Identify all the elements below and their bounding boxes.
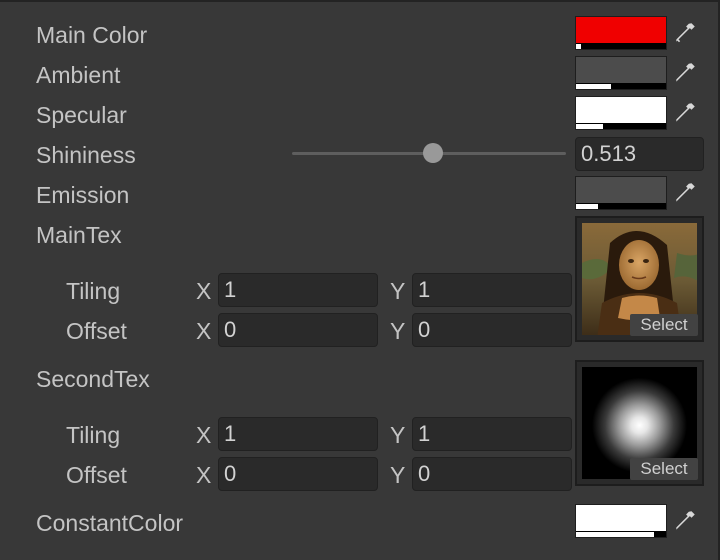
second-tex-offset-y-label: Y: [390, 462, 406, 488]
ambient-color-field[interactable]: [575, 56, 667, 90]
emission-eyedropper-button[interactable]: [668, 176, 702, 210]
second-tex-tiling-y-input[interactable]: 1: [412, 417, 572, 451]
second-tex-offset-label: Offset: [66, 462, 127, 488]
main-color-alpha-rest: [581, 44, 666, 49]
main-tex-offset-y-input[interactable]: 0: [412, 313, 572, 347]
second-tex-tiling-label: Tiling: [66, 422, 121, 448]
shininess-value-input[interactable]: 0.513: [575, 137, 704, 171]
constant-color-label: ConstantColor: [36, 510, 184, 536]
main-color-label: Main Color: [36, 22, 148, 48]
ambient-eyedropper-button[interactable]: [668, 56, 702, 90]
specular-eyedropper-button[interactable]: [668, 96, 702, 130]
second-tex-tiling-x-input[interactable]: 1: [218, 417, 378, 451]
main-color-swatch: [576, 17, 666, 43]
constant-color-alpha-rest: [654, 532, 666, 537]
main-tex-select-button[interactable]: Select: [630, 314, 698, 336]
second-tex-tiling-y-label: Y: [390, 422, 406, 448]
second-tex-label: SecondTex: [36, 366, 150, 392]
constant-color-eyedropper-button[interactable]: [668, 504, 702, 538]
constant-color-field[interactable]: [575, 504, 667, 538]
specular-color-field[interactable]: [575, 96, 667, 130]
main-tex-label: MainTex: [36, 222, 122, 248]
emission-alpha-rest: [598, 204, 666, 209]
eyedropper-icon: [676, 183, 695, 202]
main-color-eyedropper-button[interactable]: [668, 16, 702, 50]
shininess-slider-thumb[interactable]: [422, 143, 443, 163]
constant-color-swatch: [576, 505, 666, 531]
emission-swatch: [576, 177, 666, 203]
eyedropper-icon: [676, 103, 695, 122]
main-color-field[interactable]: [575, 16, 667, 50]
shininess-label: Shininess: [36, 142, 136, 168]
second-tex-preview[interactable]: Select: [575, 360, 704, 486]
emission-alpha-bar: [576, 204, 598, 209]
constant-color-alpha-bar: [576, 532, 654, 537]
main-tex-offset-x-label: X: [196, 318, 212, 344]
main-tex-tiling-x-label: X: [196, 278, 212, 304]
specular-alpha-rest: [603, 124, 666, 129]
main-tex-offset-label: Offset: [66, 318, 127, 344]
main-tex-offset-x-input[interactable]: 0: [218, 313, 378, 347]
main-tex-offset-y-label: Y: [390, 318, 406, 344]
ambient-alpha-rest: [611, 84, 666, 89]
second-tex-offset-y-input[interactable]: 0: [412, 457, 572, 491]
second-tex-offset-x-label: X: [196, 462, 212, 488]
eyedropper-icon: [676, 511, 695, 530]
emission-label: Emission: [36, 182, 130, 208]
ambient-label: Ambient: [36, 62, 121, 88]
second-tex-tiling-x-label: X: [196, 422, 212, 448]
main-tex-tiling-x-input[interactable]: 1: [218, 273, 378, 307]
top-border: [0, 0, 720, 2]
main-tex-tiling-label: Tiling: [66, 278, 121, 304]
specular-alpha-bar: [576, 124, 603, 129]
second-tex-offset-x-input[interactable]: 0: [218, 457, 378, 491]
second-tex-select-button[interactable]: Select: [630, 458, 698, 480]
specular-label: Specular: [36, 102, 127, 128]
eyedropper-icon: [676, 63, 695, 82]
main-tex-tiling-y-input[interactable]: 1: [412, 273, 572, 307]
emission-color-field[interactable]: [575, 176, 667, 210]
specular-swatch: [576, 97, 666, 123]
eyedropper-icon: [676, 23, 695, 43]
main-tex-preview[interactable]: Select: [575, 216, 704, 342]
ambient-swatch: [576, 57, 666, 83]
main-tex-tiling-y-label: Y: [390, 278, 406, 304]
ambient-alpha-bar: [576, 84, 611, 89]
